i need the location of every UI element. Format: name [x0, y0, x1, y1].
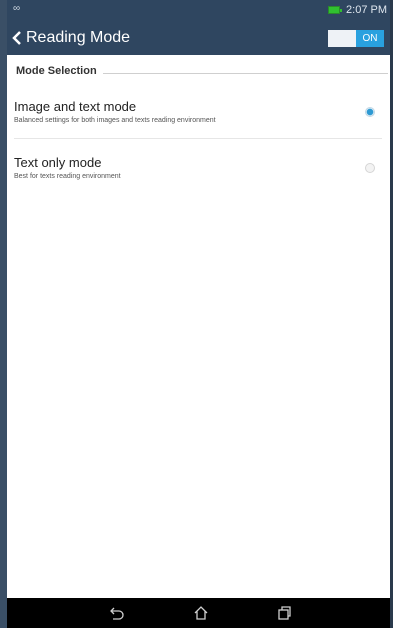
- back-chevron-icon[interactable]: [10, 28, 24, 48]
- option-image-and-text-mode[interactable]: Image and text mode Balanced settings fo…: [7, 99, 390, 143]
- option-subtitle: Balanced settings for both images and te…: [14, 117, 216, 124]
- navigation-bar: [7, 598, 390, 628]
- home-icon[interactable]: [192, 604, 210, 622]
- back-icon[interactable]: [107, 604, 125, 622]
- screen-edge-left: [0, 0, 7, 628]
- screen: ∞ 2:07 PM Reading Mode ON Mode Selection…: [0, 0, 393, 628]
- option-text-only-mode[interactable]: Text only mode Best for texts reading en…: [7, 155, 390, 199]
- option-title: Image and text mode: [14, 99, 137, 114]
- section-divider: [103, 73, 388, 74]
- settings-content: Mode Selection Image and text mode Balan…: [7, 55, 390, 598]
- reading-mode-toggle[interactable]: ON: [328, 30, 384, 47]
- battery-charging-icon: [328, 6, 342, 14]
- action-bar: Reading Mode ON: [7, 22, 390, 55]
- recent-apps-icon[interactable]: [275, 604, 293, 622]
- status-bar: ∞ 2:07 PM: [7, 0, 390, 22]
- section-header: Mode Selection: [16, 65, 97, 77]
- status-time: 2:07 PM: [346, 4, 387, 16]
- radio-selected-icon[interactable]: [365, 107, 375, 117]
- page-title: Reading Mode: [26, 29, 131, 46]
- option-title: Text only mode: [14, 155, 102, 170]
- toggle-on-label: ON: [356, 30, 384, 47]
- infinity-icon: ∞: [13, 3, 21, 14]
- option-subtitle: Best for texts reading environment: [14, 173, 121, 180]
- option-divider: [14, 138, 382, 139]
- radio-unselected-icon[interactable]: [365, 163, 375, 173]
